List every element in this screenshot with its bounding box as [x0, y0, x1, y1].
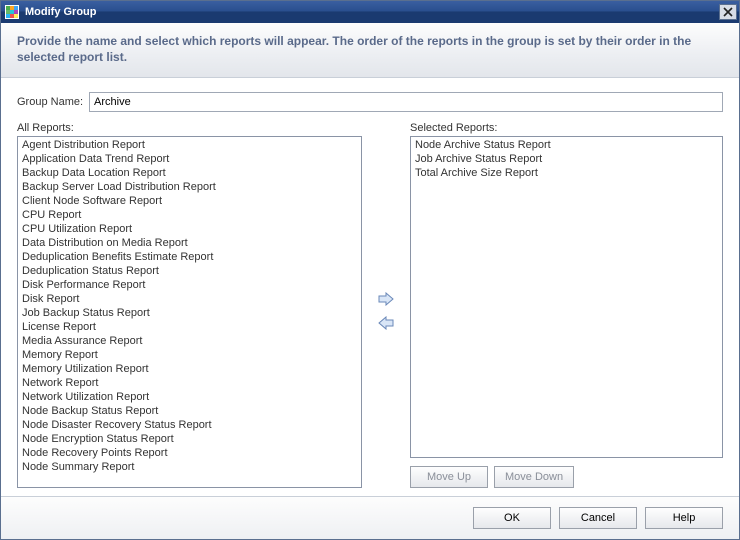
list-item[interactable]: Network Report [20, 376, 359, 390]
list-item[interactable]: Node Backup Status Report [20, 404, 359, 418]
arrow-right-icon [378, 292, 394, 306]
list-item[interactable]: Node Recovery Points Report [20, 446, 359, 460]
list-item[interactable]: Client Node Software Report [20, 194, 359, 208]
all-reports-label: All Reports: [17, 122, 362, 134]
list-item[interactable]: License Report [20, 320, 359, 334]
list-item[interactable]: Deduplication Status Report [20, 264, 359, 278]
list-item[interactable]: Backup Server Load Distribution Report [20, 180, 359, 194]
remove-button[interactable] [376, 314, 396, 332]
arrow-left-icon [378, 316, 394, 330]
arrow-column [362, 122, 410, 488]
list-item[interactable]: Application Data Trend Report [20, 152, 359, 166]
list-item[interactable]: CPU Utilization Report [20, 222, 359, 236]
window-title: Modify Group [25, 6, 719, 18]
help-button[interactable]: Help [645, 507, 723, 529]
list-item[interactable]: Memory Utilization Report [20, 362, 359, 376]
selected-reports-label: Selected Reports: [410, 122, 723, 134]
add-button[interactable] [376, 290, 396, 308]
all-reports-listbox[interactable]: Agent Distribution ReportApplication Dat… [17, 136, 362, 488]
list-item[interactable]: Node Encryption Status Report [20, 432, 359, 446]
list-item[interactable]: Job Archive Status Report [413, 152, 720, 166]
lists-row: All Reports: Agent Distribution ReportAp… [17, 122, 723, 488]
close-button[interactable] [719, 4, 737, 20]
footer: OK Cancel Help [1, 496, 739, 539]
move-down-button[interactable]: Move Down [494, 466, 574, 488]
move-buttons-row: Move Up Move Down [410, 466, 723, 488]
list-item[interactable]: CPU Report [20, 208, 359, 222]
group-name-label: Group Name: [17, 96, 83, 108]
modify-group-dialog: Modify Group Provide the name and select… [0, 0, 740, 540]
list-item[interactable]: Deduplication Benefits Estimate Report [20, 250, 359, 264]
content-area: Group Name: All Reports: Agent Distribut… [1, 78, 739, 496]
list-item[interactable]: Backup Data Location Report [20, 166, 359, 180]
list-item[interactable]: Disk Performance Report [20, 278, 359, 292]
list-item[interactable]: Node Archive Status Report [413, 138, 720, 152]
list-item[interactable]: Media Assurance Report [20, 334, 359, 348]
list-item[interactable]: Total Archive Size Report [413, 166, 720, 180]
close-icon [723, 7, 733, 17]
selected-reports-listbox[interactable]: Node Archive Status ReportJob Archive St… [410, 136, 723, 458]
list-item[interactable]: Node Disaster Recovery Status Report [20, 418, 359, 432]
ok-button[interactable]: OK [473, 507, 551, 529]
group-name-row: Group Name: [17, 92, 723, 112]
list-item[interactable]: Job Backup Status Report [20, 306, 359, 320]
list-item[interactable]: Agent Distribution Report [20, 138, 359, 152]
group-name-input[interactable] [89, 92, 723, 112]
cancel-button[interactable]: Cancel [559, 507, 637, 529]
list-item[interactable]: Data Distribution on Media Report [20, 236, 359, 250]
selected-reports-column: Selected Reports: Node Archive Status Re… [410, 122, 723, 488]
instruction-text: Provide the name and select which report… [1, 23, 739, 78]
titlebar: Modify Group [1, 1, 739, 23]
list-item[interactable]: Node Summary Report [20, 460, 359, 474]
list-item[interactable]: Memory Report [20, 348, 359, 362]
list-item[interactable]: Disk Report [20, 292, 359, 306]
app-icon [5, 5, 19, 19]
all-reports-column: All Reports: Agent Distribution ReportAp… [17, 122, 362, 488]
move-up-button[interactable]: Move Up [410, 466, 488, 488]
list-item[interactable]: Network Utilization Report [20, 390, 359, 404]
